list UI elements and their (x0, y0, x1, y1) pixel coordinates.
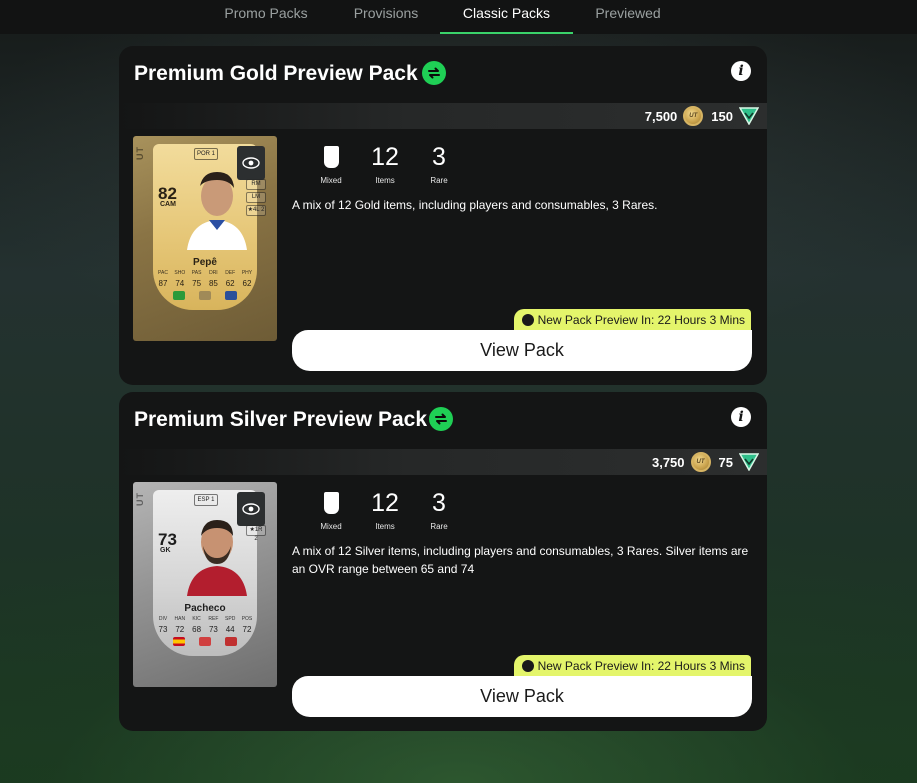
player-portrait (187, 172, 247, 250)
pack-title: Premium Gold Preview Pack (134, 62, 418, 85)
view-pack-button[interactable]: View Pack (292, 330, 752, 371)
card-stat-labels: DIV HAN KIC REF SPD POS (158, 616, 253, 622)
top-nav: Promo Packs Provisions Classic Packs Pre… (0, 0, 917, 34)
items-stat: 12 Items (371, 143, 399, 185)
stopwatch-icon (521, 313, 534, 326)
timer-text: New Pack Preview In: 22 Hours 3 Mins (537, 658, 745, 673)
pack-stats: Mixed 12 Items 3 Rare (304, 142, 466, 185)
card-position: GK (160, 547, 171, 554)
rare-stat: 3 Rare (430, 143, 448, 185)
mixed-card-icon (323, 146, 339, 168)
tab-promo-packs[interactable]: Promo Packs (210, 0, 322, 34)
items-stat: 12 Items (371, 489, 399, 531)
coin-icon: UT (683, 106, 704, 126)
card-badges (173, 637, 237, 647)
card-side-text: UT (135, 492, 145, 506)
player-card-preview[interactable]: UT POR 1 82 CAM RM LM ★4L 2 Pepê PAC SHO P… (133, 136, 277, 341)
league-logo-icon (199, 291, 211, 300)
info-icon[interactable]: i (731, 61, 751, 81)
card-player-name: Pacheco (184, 603, 226, 614)
league-logo-icon (199, 637, 211, 646)
tab-previewed[interactable]: Previewed (580, 0, 676, 34)
card-badges (173, 291, 237, 301)
pack-panel-silver: Premium Silver Preview Pack i 3,750 UT 7… (119, 392, 767, 731)
mixed-stat: Mixed (304, 488, 358, 531)
info-icon[interactable]: i (731, 407, 751, 427)
player-portrait (187, 520, 247, 596)
card-position: CAM (160, 201, 176, 208)
league-tag: ESP 1 (194, 494, 218, 506)
swap-icon[interactable] (429, 407, 453, 431)
role-chip: RM (246, 179, 266, 190)
role-chip: LM (246, 192, 266, 203)
coin-price: 7,500 (644, 108, 678, 124)
nation-flag-icon (173, 637, 185, 646)
mixed-stat: Mixed (304, 142, 358, 185)
fc-points-icon (739, 453, 759, 471)
pack-description: A mix of 12 Gold items, including player… (292, 198, 658, 212)
stopwatch-icon (521, 659, 534, 672)
mixed-card-icon (323, 492, 339, 514)
coin-price: 3,750 (651, 454, 685, 470)
card-stat-values: 87 74 75 85 62 62 (158, 279, 252, 288)
tab-classic-packs[interactable]: Classic Packs (440, 0, 573, 34)
pack-title: Premium Silver Preview Pack (134, 408, 428, 431)
role-chip: ★1R 2 (246, 525, 266, 542)
view-pack-button[interactable]: View Pack (292, 676, 752, 717)
card-roles: RM LM ★4L 2 (246, 179, 266, 216)
points-price: 75 (718, 454, 733, 470)
fc-points-icon (739, 107, 759, 125)
nation-flag-icon (173, 291, 185, 300)
swap-icon[interactable] (422, 61, 446, 85)
player-card-preview[interactable]: UT ESP 1 73 GK ★1R 2 Pacheco DIV HAN KIC RE… (133, 482, 277, 687)
price-bar: 7,500 UT 150 (119, 103, 767, 129)
league-tag: POR 1 (194, 148, 218, 160)
timer-text: New Pack Preview In: 22 Hours 3 Mins (537, 312, 745, 327)
card-player-name: Pepê (193, 257, 217, 268)
pack-stats: Mixed 12 Items 3 Rare (304, 488, 466, 531)
preview-timer-badge: New Pack Preview In: 22 Hours 3 Mins (513, 655, 751, 676)
club-crest-icon (225, 291, 237, 300)
points-price: 150 (711, 108, 733, 124)
card-side-text: UT (135, 146, 145, 160)
card-stat-values: 73 72 68 73 44 72 (158, 625, 252, 634)
card-roles: ★1R 2 (246, 525, 266, 542)
pack-panel-gold: Premium Gold Preview Pack i 7,500 UT 150… (119, 46, 767, 385)
card-stat-labels: PAC SHO PAS DRI DEF PHY (158, 270, 253, 276)
price-bar: 3,750 UT 75 (119, 449, 767, 475)
rare-stat: 3 Rare (430, 489, 448, 531)
tab-provisions[interactable]: Provisions (338, 0, 434, 34)
pack-description: A mix of 12 Silver items, including play… (292, 544, 749, 576)
coin-icon: UT (690, 452, 711, 472)
club-crest-icon (225, 637, 237, 646)
role-chip: ★4L 2 (246, 205, 266, 216)
preview-timer-badge: New Pack Preview In: 22 Hours 3 Mins (513, 309, 751, 330)
